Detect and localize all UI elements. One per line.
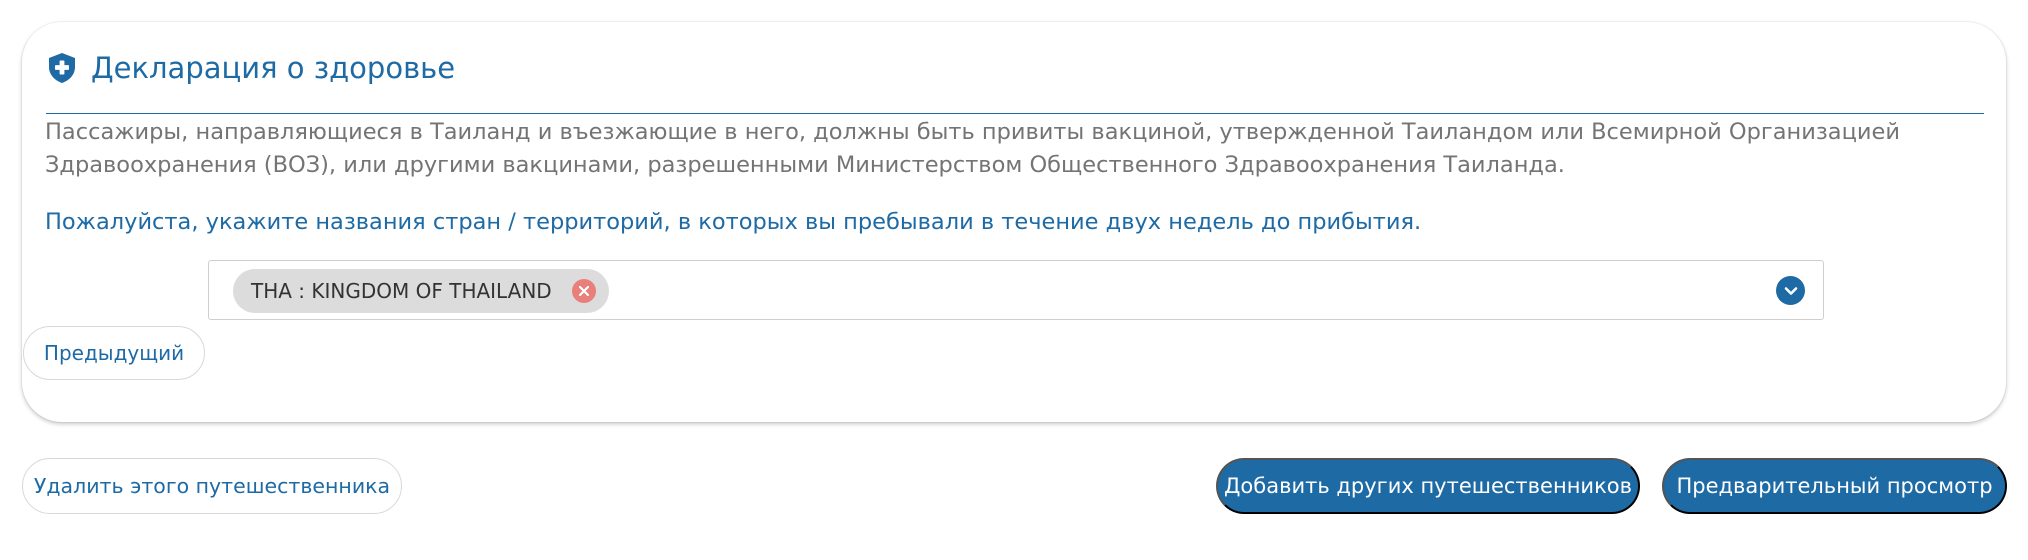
shield-plus-icon [49, 53, 75, 83]
remove-traveler-button[interactable]: Удалить этого путешественника [22, 458, 402, 514]
chevron-down-icon[interactable] [1776, 276, 1805, 305]
health-declaration-card: Декларация о здоровье Пассажиры, направл… [22, 22, 2006, 422]
remove-country-icon[interactable] [572, 279, 596, 303]
add-travelers-button[interactable]: Добавить других путешественников [1216, 458, 1640, 514]
selected-country-tag: THA : KINGDOM OF THAILAND [233, 269, 609, 313]
previous-button[interactable]: Предыдущий [23, 326, 205, 380]
section-title: Декларация о здоровье [91, 51, 456, 85]
page: Декларация о здоровье Пассажиры, направл… [0, 0, 2028, 560]
preview-button[interactable]: Предварительный просмотр [1662, 458, 2007, 514]
vaccination-notice: Пассажиры, направляющиеся в Таиланд и въ… [45, 119, 1900, 178]
countries-instruction: Пожалуйста, укажите названия стран / тер… [45, 209, 1422, 235]
selected-country-label: THA : KINGDOM OF THAILAND [251, 279, 552, 303]
section-header: Декларация о здоровье [46, 50, 1984, 114]
countries-multiselect[interactable]: THA : KINGDOM OF THAILAND [208, 260, 1824, 320]
